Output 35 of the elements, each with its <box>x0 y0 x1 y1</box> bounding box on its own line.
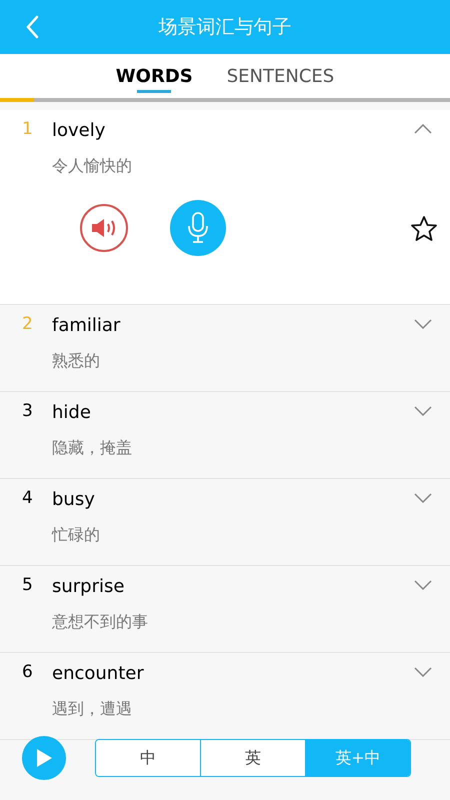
word-meaning: 令人愉快的 <box>52 155 133 177</box>
expand-icon[interactable] <box>414 319 432 329</box>
word-meaning: 忙碌的 <box>52 524 101 546</box>
word-number: 5 <box>22 574 34 598</box>
word-text: lovely <box>52 118 106 142</box>
word-text: encounter <box>52 662 144 686</box>
word-text: surprise <box>52 574 124 598</box>
word-number: 1 <box>22 118 34 142</box>
word-number: 2 <box>22 313 34 336</box>
speaker-icon <box>90 217 118 239</box>
word-number: 4 <box>22 487 34 510</box>
collapse-icon[interactable] <box>414 124 432 134</box>
word-meaning: 隐藏，掩盖 <box>52 437 133 459</box>
play-icon <box>35 748 53 768</box>
expand-icon[interactable] <box>414 493 432 503</box>
tab[interactable]: SENTENCES <box>226 54 334 98</box>
word-number: 3 <box>22 400 34 424</box>
expand-icon[interactable] <box>414 580 432 590</box>
star-icon[interactable] <box>410 214 438 242</box>
back-icon <box>25 15 39 39</box>
word-meaning: 意想不到的事 <box>52 611 149 633</box>
word-row[interactable]: 1 lovely 令人愉快的 <box>0 110 450 305</box>
word-text: busy <box>52 488 95 512</box>
word-meaning: 熟悉的 <box>52 350 101 372</box>
word-meaning: 遇到，遭遇 <box>52 698 133 720</box>
microphone-icon <box>186 211 210 245</box>
tab[interactable]: WORDS <box>116 54 193 98</box>
word-text: hide <box>52 400 91 424</box>
word-number: 6 <box>22 661 34 684</box>
expand-icon[interactable] <box>414 667 432 677</box>
word-text: familiar <box>52 314 120 338</box>
expand-icon[interactable] <box>414 406 432 416</box>
window-title: 场景词汇与句子 <box>158 14 292 40</box>
play-button[interactable] <box>22 736 66 780</box>
speaker-button[interactable] <box>80 204 128 252</box>
